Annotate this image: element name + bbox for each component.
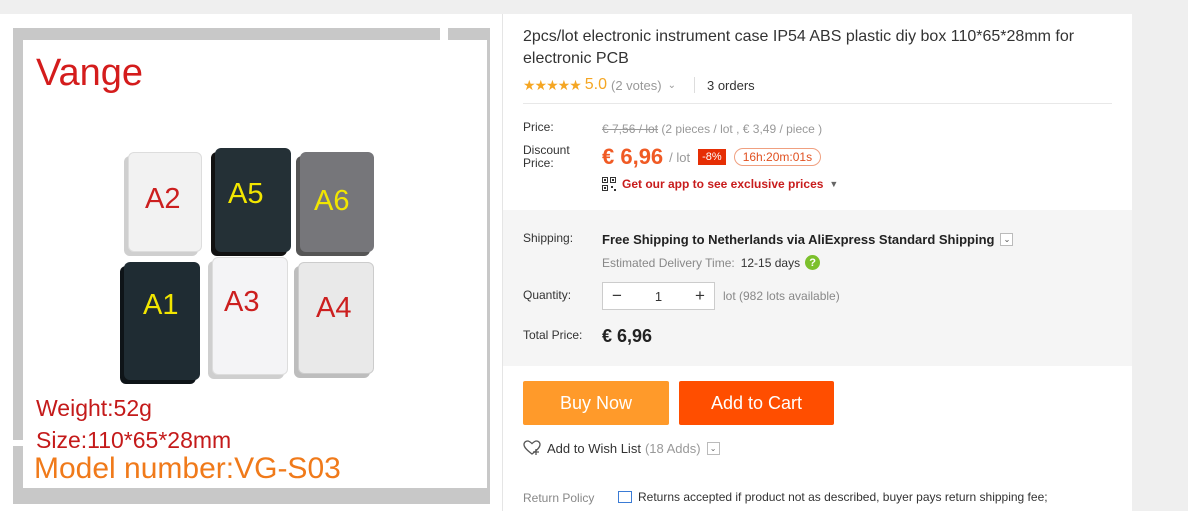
- add-to-cart-button[interactable]: Add to Cart: [679, 381, 834, 425]
- help-icon[interactable]: ?: [805, 255, 821, 270]
- chevron-down-icon[interactable]: ⌄: [1000, 233, 1014, 246]
- quantity-input[interactable]: 1: [631, 289, 686, 304]
- box-label-a4: A4: [316, 292, 352, 324]
- document-icon: [618, 491, 632, 503]
- total-price-amount: € 6,96: [602, 326, 653, 346]
- chevron-down-icon[interactable]: ⌄: [706, 441, 720, 455]
- delivery-estimate: Estimated Delivery Time: 12-15 days ?: [602, 255, 821, 270]
- discount-price-label: Discount Price:: [523, 143, 570, 170]
- price-label: Price:: [523, 120, 554, 134]
- original-price-value: € 7,56 / lot: [602, 122, 659, 136]
- spec-weight: Weight:52g: [36, 395, 152, 421]
- rating-score: 5.0: [584, 76, 608, 93]
- brand-label: Vange: [36, 52, 144, 94]
- divider: [693, 77, 695, 93]
- original-price-detail: (2 pieces / lot , € 3,49 / piece ): [661, 122, 823, 136]
- heart-icon: [523, 440, 541, 455]
- divider: [523, 103, 1112, 104]
- page-top-strip: [0, 0, 1188, 14]
- product-title: 2pcs/lot electronic instrument case IP54…: [523, 28, 1075, 67]
- countdown-timer: 16h:20m:01s: [733, 148, 822, 166]
- caret-down-icon: ▼: [829, 179, 839, 189]
- box-label-a5: A5: [228, 178, 264, 210]
- discount-price: € 6,96 / lot -8% 16h:20m:01s: [602, 144, 822, 170]
- buy-now-button[interactable]: Buy Now: [523, 381, 669, 425]
- quantity-increase-button[interactable]: +: [686, 286, 714, 306]
- total-price-label: Total Price:: [523, 328, 583, 342]
- wishlist-count: (18 Adds): [644, 440, 701, 456]
- wishlist-label: Add to Wish List: [547, 440, 641, 456]
- box-label-a1: A1: [143, 289, 179, 321]
- shipping-summary-text: Free Shipping to Netherlands via AliExpr…: [602, 232, 995, 247]
- quantity-available: lot (982 lots available): [723, 289, 840, 303]
- star-rating-icon: ★★★★★: [523, 76, 582, 93]
- discount-price-amount: € 6,96: [602, 144, 664, 169]
- quantity-decrease-button[interactable]: −: [603, 286, 631, 306]
- discount-price-unit: / lot: [669, 149, 691, 165]
- box-label-a6: A6: [314, 185, 350, 217]
- app-promo-text: Get our app to see exclusive prices: [622, 177, 824, 191]
- order-count: 3 orders: [706, 77, 755, 93]
- return-policy-label: Return Policy: [523, 491, 595, 505]
- qr-code-icon: [602, 177, 616, 191]
- add-to-wishlist-link[interactable]: Add to Wish List (18 Adds) ⌄: [523, 440, 720, 456]
- box-label-a2: A2: [145, 183, 181, 215]
- shipping-summary[interactable]: Free Shipping to Netherlands via AliExpr…: [602, 232, 1014, 247]
- return-policy: Returns accepted if product not as descr…: [618, 490, 1048, 504]
- frame-gap: [440, 28, 448, 40]
- frame-gap: [13, 440, 23, 446]
- rating-row: ★★★★★ 5.0 (2 votes) ⌄ 3 orders: [523, 76, 755, 94]
- rating-votes[interactable]: (2 votes): [611, 78, 662, 93]
- return-policy-text: Returns accepted if product not as descr…: [638, 490, 1048, 504]
- delivery-days: 12-15 days: [740, 255, 801, 270]
- app-promo-link[interactable]: Get our app to see exclusive prices ▼: [602, 177, 838, 191]
- spec-size: Size:110*65*28mm: [36, 427, 232, 453]
- spec-model: Model number:VG-S03: [34, 452, 341, 485]
- chevron-down-icon[interactable]: ⌄: [668, 80, 676, 91]
- delivery-estimate-label: Estimated Delivery Time:: [602, 255, 735, 270]
- discount-badge: -8%: [698, 149, 726, 165]
- original-price: € 7,56 / lot (2 pieces / lot , € 3,49 / …: [602, 122, 822, 136]
- box-label-a3: A3: [224, 286, 260, 318]
- quantity-stepper[interactable]: − 1 +: [602, 282, 715, 310]
- shipping-label: Shipping:: [523, 231, 574, 245]
- quantity-label: Quantity:: [523, 288, 572, 302]
